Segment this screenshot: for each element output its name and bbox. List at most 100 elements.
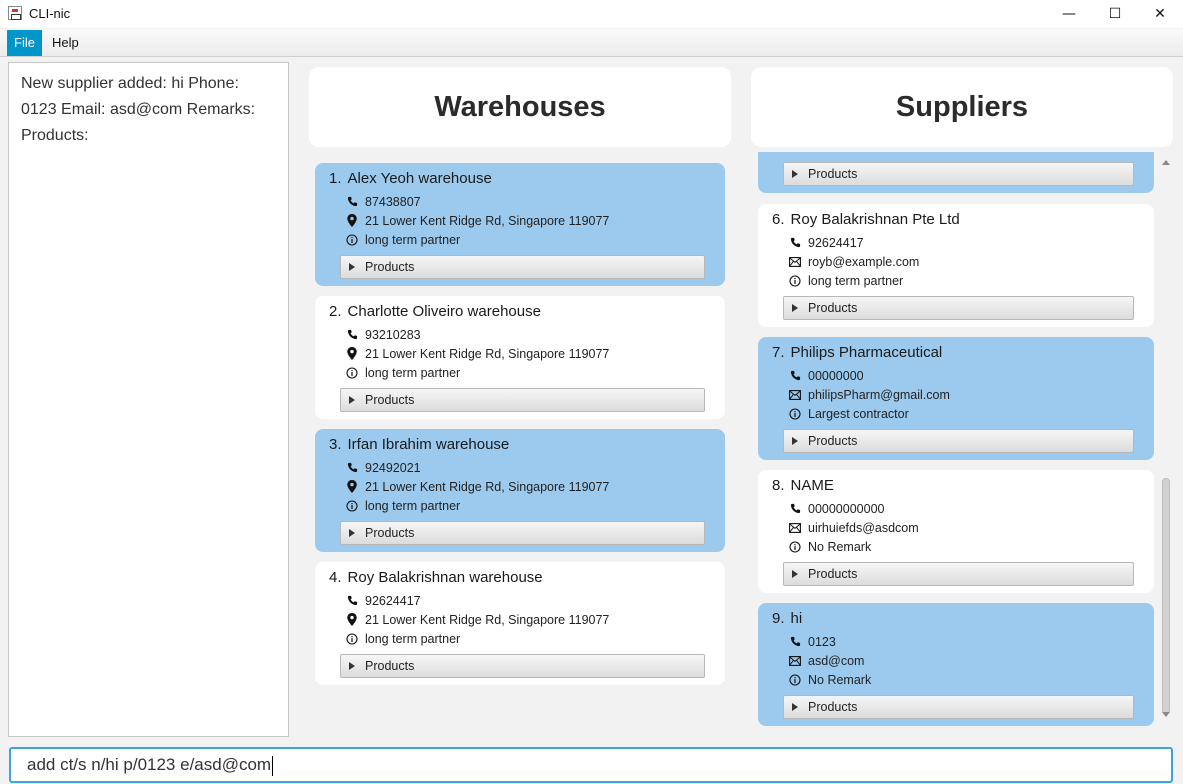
- triangle-right-icon: [349, 263, 355, 271]
- supplier-phone: 00000000000: [788, 499, 884, 518]
- products-expander[interactable]: Products: [340, 654, 705, 678]
- supplier-title: 9. hi: [772, 610, 803, 627]
- info-icon: [788, 407, 802, 420]
- mail-icon: [788, 655, 802, 666]
- scroll-down-icon[interactable]: [1162, 712, 1170, 717]
- title-bar: CLI-nic — ☐ ✕: [0, 0, 1183, 28]
- supplier-card[interactable]: 6. Roy Balakrishnan Pte Ltd 92624417 royb…: [758, 204, 1154, 327]
- supplier-card[interactable]: 8. NAME 00000000000 uirhuiefds@asdcom No …: [758, 470, 1154, 593]
- warehouse-card[interactable]: 3. Irfan Ibrahim warehouse 92492021 21 Lo…: [315, 429, 725, 552]
- products-expander[interactable]: Products: [340, 521, 705, 545]
- warehouse-remark: long term partner: [345, 230, 460, 249]
- menu-bar: File Help: [0, 29, 1183, 57]
- scrollbar-thumb[interactable]: [1162, 478, 1170, 714]
- supplier-phone: 0123: [788, 632, 836, 651]
- warehouse-phone: 92492021: [345, 458, 421, 477]
- supplier-phone: 00000000: [788, 366, 864, 385]
- supplier-remark: long term partner: [788, 271, 903, 290]
- phone-icon: [788, 636, 802, 647]
- warehouse-address: 21 Lower Kent Ridge Rd, Singapore 119077: [345, 477, 609, 496]
- command-input[interactable]: add ct/s n/hi p/0123 e/asd@com: [9, 747, 1173, 783]
- triangle-right-icon: [792, 570, 798, 578]
- mail-icon: [788, 389, 802, 400]
- products-expander[interactable]: Products: [783, 296, 1134, 320]
- triangle-right-icon: [792, 170, 798, 178]
- warehouse-phone: 93210283: [345, 325, 421, 344]
- products-expander[interactable]: Products: [340, 388, 705, 412]
- supplier-email: uirhuiefds@asdcom: [788, 518, 919, 537]
- triangle-right-icon: [349, 662, 355, 670]
- menu-file[interactable]: File: [7, 30, 42, 56]
- triangle-right-icon: [792, 304, 798, 312]
- products-expander[interactable]: Products: [783, 695, 1134, 719]
- supplier-card[interactable]: Products: [758, 152, 1154, 193]
- supplier-title: 8. NAME: [772, 477, 834, 494]
- info-icon: [788, 274, 802, 287]
- phone-icon: [788, 370, 802, 381]
- mail-icon: [788, 256, 802, 267]
- command-text: add ct/s n/hi p/0123 e/asd@com: [27, 755, 272, 774]
- warehouse-address: 21 Lower Kent Ridge Rd, Singapore 119077: [345, 610, 609, 629]
- mail-icon: [788, 522, 802, 533]
- window-title: CLI-nic: [29, 6, 71, 21]
- app-icon: [8, 6, 22, 20]
- products-expander[interactable]: Products: [783, 162, 1134, 186]
- maximize-button[interactable]: ☐: [1092, 0, 1138, 28]
- phone-icon: [788, 237, 802, 248]
- warehouse-title: 4. Roy Balakrishnan warehouse: [329, 569, 543, 586]
- location-pin-icon: [345, 347, 359, 360]
- supplier-card[interactable]: 9. hi 0123 asd@com No Remark Products: [758, 603, 1154, 726]
- supplier-title: 6. Roy Balakrishnan Pte Ltd: [772, 211, 960, 228]
- location-pin-icon: [345, 613, 359, 626]
- warehouse-title: 3. Irfan Ibrahim warehouse: [329, 436, 510, 453]
- close-button[interactable]: ✕: [1137, 0, 1183, 28]
- supplier-email: philipsPharm@gmail.com: [788, 385, 950, 404]
- warehouse-phone: 92624417: [345, 591, 421, 610]
- info-icon: [788, 540, 802, 553]
- supplier-scrollbar[interactable]: [1160, 158, 1172, 719]
- warehouse-card[interactable]: 4. Roy Balakrishnan warehouse 92624417 21…: [315, 562, 725, 685]
- warehouse-remark: long term partner: [345, 496, 460, 515]
- products-expander[interactable]: Products: [340, 255, 705, 279]
- text-caret: [272, 755, 274, 776]
- scroll-up-icon[interactable]: [1162, 160, 1170, 165]
- phone-icon: [788, 503, 802, 514]
- suppliers-header: Suppliers: [751, 67, 1173, 147]
- info-icon: [345, 499, 359, 512]
- supplier-remark: No Remark: [788, 670, 871, 689]
- warehouse-card[interactable]: 1. Alex Yeoh warehouse 87438807 21 Lower …: [315, 163, 725, 286]
- phone-icon: [345, 329, 359, 340]
- supplier-phone: 92624417: [788, 233, 864, 252]
- result-display[interactable]: New supplier added: hi Phone: 0123 Email…: [8, 62, 289, 737]
- supplier-card[interactable]: 7. Philips Pharmaceutical 00000000 philip…: [758, 337, 1154, 460]
- info-icon: [345, 366, 359, 379]
- phone-icon: [345, 595, 359, 606]
- warehouse-title: 2. Charlotte Oliveiro warehouse: [329, 303, 541, 320]
- warehouse-title: 1. Alex Yeoh warehouse: [329, 170, 492, 187]
- supplier-list[interactable]: Products 6. Roy Balakrishnan Pte Ltd 9262…: [758, 152, 1154, 727]
- warehouse-remark: long term partner: [345, 363, 460, 382]
- supplier-remark: Largest contractor: [788, 404, 909, 423]
- menu-help[interactable]: Help: [45, 30, 86, 56]
- warehouse-card[interactable]: 2. Charlotte Oliveiro warehouse 93210283 …: [315, 296, 725, 419]
- products-expander[interactable]: Products: [783, 562, 1134, 586]
- result-text: New supplier added: hi Phone: 0123 Email…: [21, 75, 256, 144]
- triangle-right-icon: [349, 396, 355, 404]
- info-icon: [345, 632, 359, 645]
- warehouse-address: 21 Lower Kent Ridge Rd, Singapore 119077: [345, 344, 609, 363]
- info-icon: [788, 673, 802, 686]
- supplier-email: asd@com: [788, 651, 864, 670]
- phone-icon: [345, 462, 359, 473]
- triangle-right-icon: [792, 703, 798, 711]
- location-pin-icon: [345, 214, 359, 227]
- products-expander[interactable]: Products: [783, 429, 1134, 453]
- triangle-right-icon: [349, 529, 355, 537]
- supplier-remark: No Remark: [788, 537, 871, 556]
- warehouse-list[interactable]: 1. Alex Yeoh warehouse 87438807 21 Lower …: [315, 152, 725, 712]
- supplier-title: 7. Philips Pharmaceutical: [772, 344, 943, 361]
- warehouse-remark: long term partner: [345, 629, 460, 648]
- minimize-button[interactable]: —: [1046, 0, 1092, 28]
- warehouse-phone: 87438807: [345, 192, 421, 211]
- info-icon: [345, 233, 359, 246]
- warehouses-header: Warehouses: [309, 67, 731, 147]
